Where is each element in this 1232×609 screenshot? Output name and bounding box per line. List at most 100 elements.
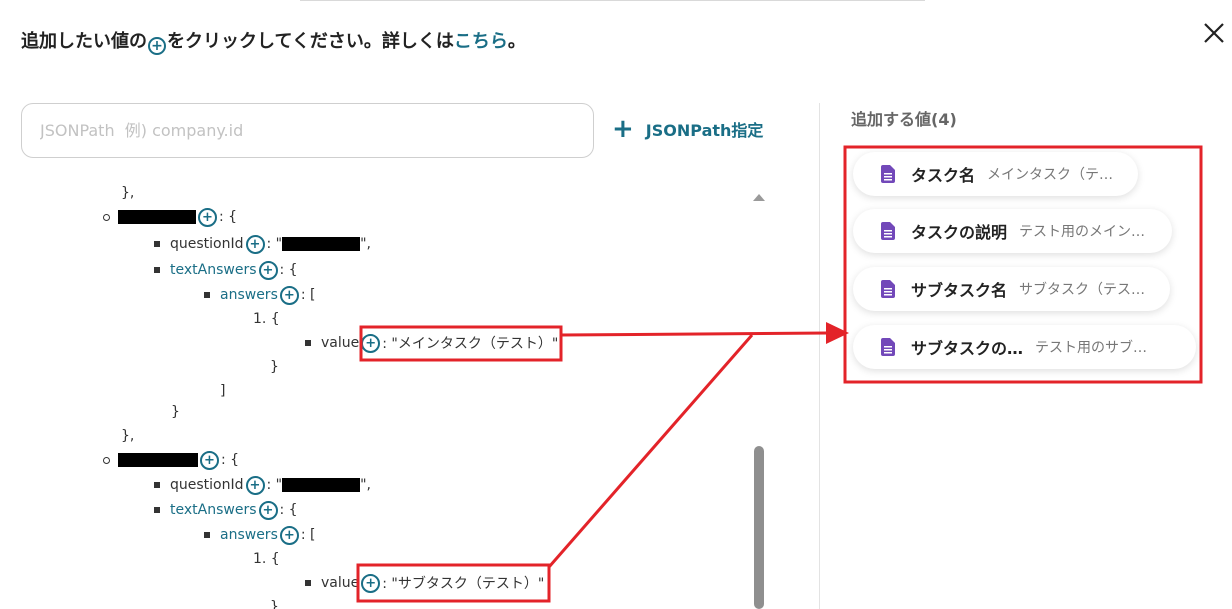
tree-punct: } [171,404,180,420]
chip-value: メインタスク（テ… [987,167,1114,183]
added-value-chip[interactable]: サブタスク名 サブタスク（テス… [853,267,1170,311]
tree-punct: ", [360,477,371,493]
redacted-key [118,453,198,467]
added-value-chip[interactable]: サブタスクの… テスト用のサブ… [853,325,1196,369]
circle-bullet [103,456,110,464]
instruction-end: 。 [507,31,526,52]
tree-key[interactable]: answers [220,287,278,303]
tree-punct: : { [279,262,298,278]
square-bullet [305,340,311,346]
add-value-button[interactable]: + [279,525,299,545]
plus-icon: + [612,114,634,144]
tree-key[interactable]: textAnswers [170,502,257,518]
chip-value: テスト用のメイン… [1019,224,1146,240]
tree-punct: ", [360,236,371,252]
tree-key[interactable]: textAnswers [170,262,257,278]
instruction-after: をクリックしてください。詳しくは [167,31,454,52]
json-tree: }, + : { questionId + : " ", textAnswers… [0,178,750,609]
tree-punct: }, [121,185,135,201]
top-divider [300,0,925,1]
chip-name: タスク名 [911,166,976,185]
document-icon [881,280,895,298]
tree-row: textAnswers + : { [154,260,298,280]
square-bullet [154,482,160,488]
chip-name: サブタスク名 [911,281,1008,300]
add-value-button[interactable]: + [198,207,217,227]
tree-punct: : " [266,477,283,493]
jsonpath-input[interactable] [21,103,594,158]
tree-row: answers + : [ [204,525,316,545]
square-bullet [154,267,160,273]
document-icon [881,338,895,356]
tree-key: questionId [170,477,244,493]
instruction-before: 追加したい値の [21,31,147,52]
close-icon [1204,23,1224,43]
tree-punct: : { [219,209,238,225]
square-bullet [305,580,311,586]
tree-punct: : [ [300,287,316,303]
add-value-button[interactable]: + [200,450,219,470]
square-bullet [204,532,210,538]
added-value-chip[interactable]: タスクの説明 テスト用のメイン… [853,209,1172,253]
add-value-button[interactable]: + [258,500,278,520]
chip-name: サブタスクの… [911,339,1024,358]
chip-value: サブタスク（テス… [1019,282,1146,298]
tree-index: 1. { [253,311,280,327]
tree-row: answers + : [ [204,285,316,305]
scroll-up-arrow-icon[interactable] [753,194,765,201]
jsonpath-specify-label: JSONPath指定 [645,121,764,140]
circle-bullet [103,213,110,221]
tree-row: }, [121,426,134,446]
tree-row: } [171,402,180,422]
add-value-button[interactable]: + [279,285,299,305]
close-button[interactable] [1201,20,1227,46]
tree-punct: } [270,599,279,609]
tree-key: value [321,335,360,351]
tree-value: : "サブタスク（テスト）" [382,576,545,592]
tree-row: 1. { [253,549,280,569]
tree-value: : "メインタスク（テスト）" [382,336,559,352]
plus-circle-icon: + [148,37,166,55]
tree-row: + : { [103,207,237,227]
jsonpath-specify-button[interactable]: + JSONPath指定 [612,116,763,142]
chip-name: タスクの説明 [911,223,1008,242]
json-value-picker-dialog: 追加したい値の+をクリックしてください。詳しくはこちら。 + JSONPath指… [0,0,1232,609]
added-value-chip[interactable]: タスク名 メインタスク（テ… [853,152,1138,196]
tree-key: value [321,575,360,591]
add-value-button[interactable]: + [361,333,381,353]
arrowhead-icon [826,322,849,344]
tree-row: questionId + : " ", [154,475,371,495]
add-value-button[interactable]: + [361,573,381,593]
redacted-key [118,210,196,224]
tree-key: questionId [170,236,244,252]
tree-row: + : { [103,450,239,470]
add-value-button[interactable]: + [245,475,265,495]
add-value-button[interactable]: + [245,234,265,254]
document-icon [881,222,895,240]
redacted-value [282,478,361,492]
tree-key[interactable]: answers [220,527,278,543]
tree-punct: : [ [300,527,316,543]
square-bullet [204,292,210,298]
panel-divider [819,103,820,609]
added-values-heading: 追加する値(4) [851,110,957,129]
add-value-button[interactable]: + [258,260,278,280]
tree-index: 1. { [253,551,280,567]
tree-punct: } [270,359,279,375]
instruction-text: 追加したい値の + をクリックしてください。詳しくはこちら。 [21,27,526,55]
tree-row: } [270,597,279,609]
square-bullet [154,241,160,247]
tree-row: questionId + : " ", [154,234,371,254]
tree-row: }, [121,183,134,203]
tree-row: value + : "サブタスク（テスト）" [305,573,544,593]
tree-punct: : { [221,452,240,468]
tree-punct: ] [220,383,226,399]
tree-punct: : " [266,236,283,252]
tree-row: value + : "メインタスク（テスト）" [305,333,558,353]
tree-scrollbar[interactable] [751,190,767,609]
redacted-value [282,237,361,251]
help-link[interactable]: こちら [454,31,508,52]
scroll-thumb[interactable] [754,446,764,609]
tree-punct: }, [121,428,135,444]
tree-row: } [270,357,279,377]
